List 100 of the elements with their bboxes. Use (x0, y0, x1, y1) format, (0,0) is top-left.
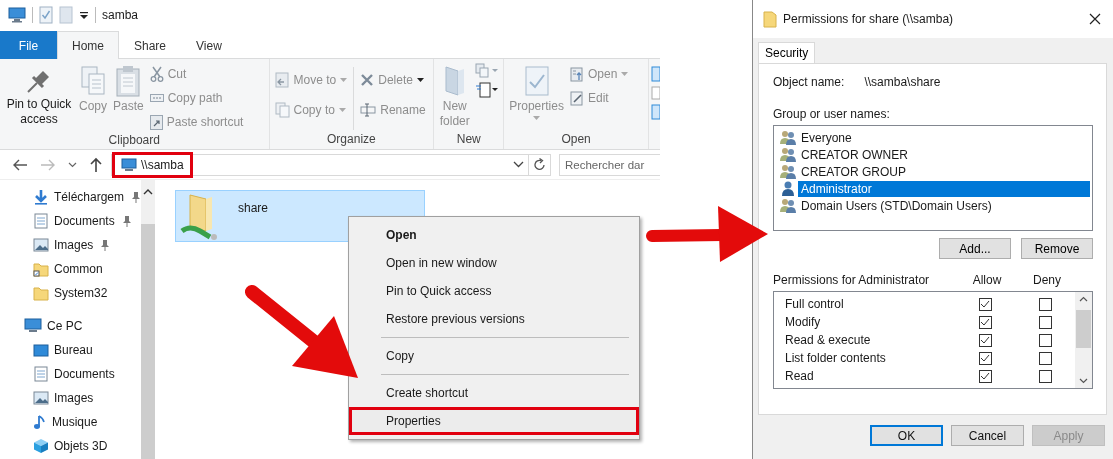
nav-label: Musique (52, 415, 98, 429)
nav-label: Images (54, 238, 94, 252)
caret-icon (340, 78, 348, 82)
allow-checkbox[interactable] (978, 315, 992, 329)
nav-item[interactable]: Images (0, 386, 141, 410)
object-name: \\samba\share (864, 75, 941, 89)
group-label: Organize (326, 132, 377, 147)
nav-item[interactable]: Bureau (0, 338, 141, 362)
ribbon-tab[interactable]: Home (57, 31, 119, 59)
nav-label: Téléchargem (54, 190, 124, 204)
dialog-button[interactable]: OK (870, 425, 943, 446)
scrollbar[interactable] (141, 180, 155, 459)
allow-checkbox[interactable] (978, 351, 992, 365)
refresh-button[interactable] (529, 153, 551, 176)
folder-icon (443, 65, 466, 97)
scroll-up-icon[interactable] (1079, 296, 1088, 302)
group-label: New (455, 132, 482, 147)
copy-icon (79, 65, 107, 97)
nav-item[interactable]: System32 (0, 281, 141, 305)
menu-item[interactable]: Copy (349, 342, 639, 370)
edit-icon (569, 90, 584, 106)
users-icon (780, 147, 797, 162)
computer-icon (24, 318, 42, 334)
download-icon (33, 189, 49, 205)
allow-checkbox[interactable] (978, 333, 992, 347)
nav-item[interactable]: Documents (0, 362, 141, 386)
nav-item[interactable]: Ce PC (0, 314, 141, 338)
document-icon (33, 366, 49, 382)
user-item[interactable]: Everyone (798, 129, 1090, 146)
nav-item[interactable]: Images (0, 233, 141, 257)
allow-checkbox[interactable] (978, 369, 992, 383)
image-icon (33, 238, 49, 252)
music-note-icon (33, 414, 47, 430)
up-icon[interactable] (89, 156, 103, 173)
caret-icon (416, 78, 424, 82)
nav-item[interactable]: Documents (0, 209, 141, 233)
add-button[interactable]: Add... (939, 238, 1011, 259)
search-field[interactable]: Rechercher dar (559, 153, 660, 176)
permission-name: Read & execute (785, 333, 872, 347)
nav-item[interactable]: Musique (0, 410, 141, 434)
window-title: samba (102, 8, 139, 22)
chevron-icon[interactable] (68, 161, 77, 168)
dialog-title: Permissions for share (\\samba) (783, 12, 954, 26)
menu-item[interactable]: Restore previous versions (349, 305, 639, 333)
ribbon-tab[interactable]: View (181, 31, 237, 59)
scrollbar[interactable] (1075, 292, 1092, 388)
address-field[interactable]: \\samba (111, 153, 529, 176)
path-icon (149, 93, 164, 103)
deny-checkbox[interactable] (1038, 351, 1052, 365)
field-label: Permissions for Administrator (773, 273, 931, 287)
scroll-up-icon[interactable] (143, 188, 153, 196)
field-label: Object name: (773, 75, 845, 89)
pin-button[interactable]: Pin to Quick access (3, 61, 75, 129)
deny-checkbox[interactable] (1038, 369, 1052, 383)
user-item[interactable]: Domain Users (STD\Domain Users) (798, 197, 1090, 214)
scroll-down-icon[interactable] (1079, 378, 1088, 384)
ribbon-tab[interactable]: Share (119, 31, 182, 59)
menu-item[interactable]: Pin to Quick access (349, 277, 639, 305)
user-icon (780, 181, 797, 196)
dialog-button[interactable]: Cancel (951, 425, 1024, 446)
back-icon[interactable] (12, 157, 28, 172)
users-icon (780, 130, 797, 145)
chevron-icon[interactable] (513, 161, 524, 168)
deny-checkbox[interactable] (1038, 297, 1052, 311)
permission-name: Modify (785, 315, 822, 329)
nav-label: System32 (54, 286, 108, 300)
nav-label: Images (54, 391, 94, 405)
open-icon (569, 66, 584, 82)
nav-label: Documents (54, 214, 115, 228)
nav-item[interactable]: Téléchargem (0, 185, 141, 209)
checked-page-icon (523, 65, 550, 97)
caret-icon (621, 72, 629, 76)
deny-checkbox[interactable] (1038, 315, 1052, 329)
rename-icon (360, 103, 377, 117)
remove-button[interactable]: Remove (1021, 238, 1093, 259)
caret-icon[interactable] (79, 10, 89, 20)
menu-item[interactable]: Properties (349, 407, 639, 435)
menu-item[interactable]: Open in new window (349, 249, 639, 277)
caret-icon (338, 108, 346, 112)
user-item[interactable]: CREATOR OWNER (798, 146, 1090, 163)
permission-name: Full control (785, 297, 845, 311)
cube-icon (33, 438, 49, 454)
shared-folder-icon (180, 191, 220, 241)
menu-item[interactable]: Create shortcut (349, 379, 639, 407)
deny-checkbox[interactable] (1038, 333, 1052, 347)
user-item[interactable]: CREATOR GROUP (798, 163, 1090, 180)
folder-shortcut-icon (33, 261, 49, 277)
document-icon (33, 213, 49, 229)
nav-item[interactable]: Common (0, 257, 141, 281)
user-item[interactable]: Administrator (798, 180, 1090, 197)
ribbon-tab[interactable]: File (0, 31, 57, 59)
nav-label: Documents (54, 367, 115, 381)
column-header: Allow (971, 273, 1003, 287)
tab[interactable]: Security (758, 42, 816, 63)
allow-checkbox[interactable] (978, 297, 992, 311)
nav-item[interactable]: Objets 3D (0, 434, 141, 458)
nav-label: Bureau (54, 343, 93, 357)
folder-name: share (238, 201, 269, 215)
move-icon (274, 72, 290, 88)
folder-icon (763, 10, 777, 28)
